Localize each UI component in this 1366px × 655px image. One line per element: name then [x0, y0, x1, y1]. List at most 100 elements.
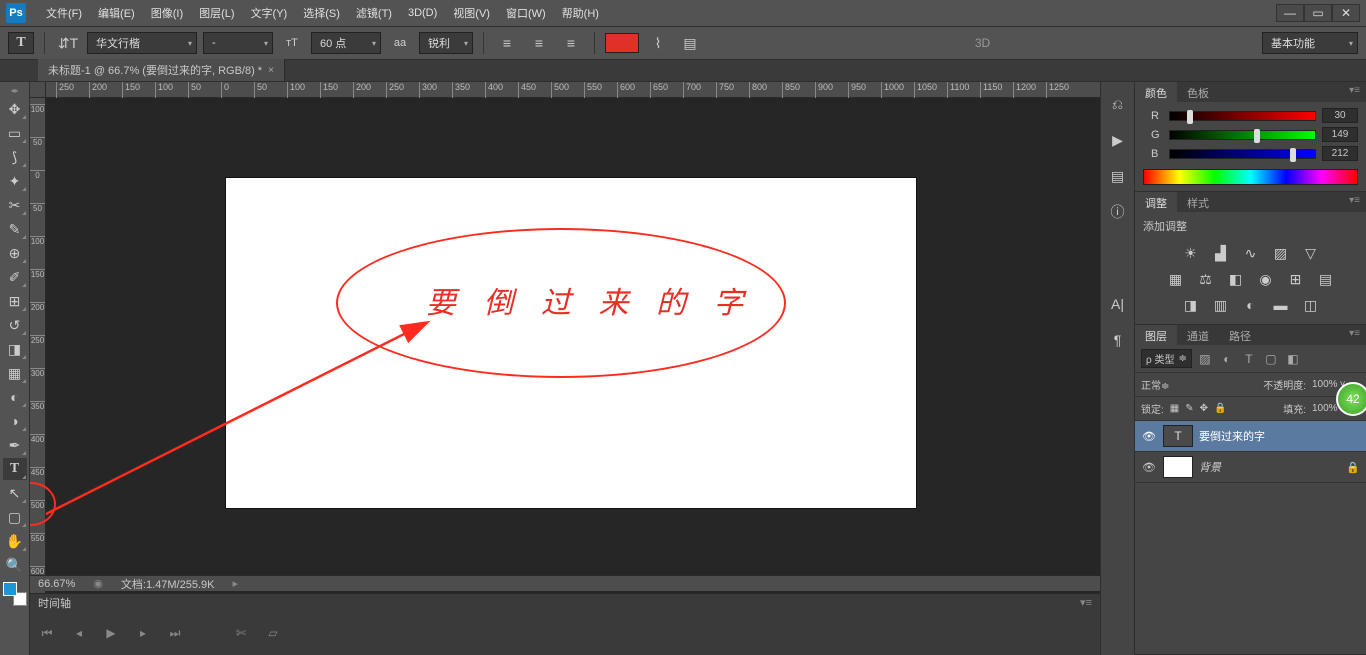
panel-menu-icon[interactable]: ▾≡ — [1080, 596, 1092, 609]
levels-icon[interactable]: ▟ — [1211, 244, 1231, 262]
foreground-color-swatch[interactable] — [3, 582, 17, 596]
brush-tool[interactable]: ✐ — [3, 266, 27, 288]
zoom-tool[interactable]: 🔍 — [3, 554, 27, 576]
blur-tool[interactable]: ◐ — [3, 386, 27, 408]
layer-name[interactable]: 要倒过来的字 — [1199, 428, 1265, 444]
layer-thumbnail[interactable]: T — [1163, 425, 1193, 447]
timeline-play-button[interactable]: ▶ — [102, 626, 120, 640]
panel-menu-icon[interactable]: ▾≡ — [1343, 192, 1366, 212]
panel-menu-icon[interactable]: ▾≡ — [1343, 325, 1366, 345]
selective-color-icon[interactable]: ◫ — [1301, 296, 1321, 314]
channel-mixer-icon[interactable]: ⊞ — [1286, 270, 1306, 288]
layer-filter-dropdown[interactable]: ρ 类型≑ — [1141, 349, 1192, 368]
menu-help[interactable]: 帮助(H) — [554, 1, 607, 25]
tab-paths[interactable]: 路径 — [1219, 325, 1261, 345]
spectrum-picker[interactable] — [1143, 169, 1358, 185]
vertical-ruler[interactable]: 1005005010015020025030035040045050055060… — [30, 98, 46, 655]
photo-filter-icon[interactable]: ◉ — [1256, 270, 1276, 288]
layer-name[interactable]: 背景 — [1199, 459, 1221, 475]
paragraph-panel-icon[interactable]: ¶ — [1107, 330, 1129, 350]
character-panel-icon[interactable]: A| — [1107, 294, 1129, 314]
menu-edit[interactable]: 编辑(E) — [90, 1, 143, 25]
healing-tool[interactable]: ⊕ — [3, 242, 27, 264]
move-tool[interactable]: ✥ — [3, 98, 27, 120]
layer-row-background[interactable]: 👁 背景 🔒 — [1135, 452, 1366, 483]
window-minimize-button[interactable]: — — [1276, 4, 1304, 22]
posterize-icon[interactable]: ▥ — [1211, 296, 1231, 314]
lock-all-icon[interactable]: 🔒 — [1214, 403, 1226, 414]
crop-tool[interactable]: ✂ — [3, 194, 27, 216]
bw-icon[interactable]: ◧ — [1226, 270, 1246, 288]
timeline-next-frame-button[interactable]: ▸ — [134, 626, 152, 640]
char-panel-button[interactable]: ▤ — [677, 32, 703, 54]
threshold-icon[interactable]: ◐ — [1241, 296, 1261, 314]
gradient-tool[interactable]: ▦ — [3, 362, 27, 384]
menu-layer[interactable]: 图层(L) — [191, 1, 242, 25]
brightness-contrast-icon[interactable]: ☀ — [1181, 244, 1201, 262]
filter-smart-icon[interactable]: ◧ — [1284, 352, 1302, 366]
layer-thumbnail[interactable] — [1163, 456, 1193, 478]
path-select-tool[interactable]: ↖ — [3, 482, 27, 504]
notification-badge[interactable]: 42 — [1336, 382, 1366, 416]
lasso-tool[interactable]: ⟆ — [3, 146, 27, 168]
menu-type[interactable]: 文字(Y) — [243, 1, 296, 25]
expand-tools-button[interactable]: ◂▸ — [0, 86, 29, 96]
window-close-button[interactable]: ✕ — [1332, 4, 1360, 22]
tab-adjustments[interactable]: 调整 — [1135, 192, 1177, 212]
status-icon[interactable]: ◉ — [93, 577, 103, 590]
menu-select[interactable]: 选择(S) — [295, 1, 348, 25]
curves-icon[interactable]: ∿ — [1241, 244, 1261, 262]
panel-menu-icon[interactable]: ▾≡ — [1343, 82, 1366, 102]
pen-tool[interactable]: ✒ — [3, 434, 27, 456]
tab-color[interactable]: 颜色 — [1135, 82, 1177, 102]
vibrance-icon[interactable]: ▽ — [1301, 244, 1321, 262]
document-tab[interactable]: 未标题-1 @ 66.7% (要倒过来的字, RGB/8) * × — [38, 59, 285, 81]
timeline-transition-button[interactable]: ▱ — [264, 626, 282, 640]
history-panel-icon[interactable]: ⎌ — [1107, 94, 1129, 114]
timeline-cut-button[interactable]: ✄ — [232, 626, 250, 640]
slider-b[interactable] — [1169, 149, 1316, 159]
hue-sat-icon[interactable]: ▦ — [1166, 270, 1186, 288]
eyedropper-tool[interactable]: ✎ — [3, 218, 27, 240]
slider-g[interactable] — [1169, 130, 1316, 140]
horizontal-ruler[interactable]: 2502001501005005010015020025030035040045… — [46, 82, 1100, 98]
tab-channels[interactable]: 通道 — [1177, 325, 1219, 345]
align-center-button[interactable]: ≡ — [526, 32, 552, 54]
color-lookup-icon[interactable]: ▤ — [1316, 270, 1336, 288]
window-maximize-button[interactable]: ▭ — [1304, 4, 1332, 22]
ruler-origin[interactable] — [30, 82, 46, 98]
blend-mode-dropdown[interactable]: 正常≑ — [1141, 377, 1257, 392]
gradient-map-icon[interactable]: ▬ — [1271, 296, 1291, 314]
zoom-level[interactable]: 66.67% — [38, 578, 75, 590]
filter-shape-icon[interactable]: ▢ — [1262, 352, 1280, 366]
history-brush-tool[interactable]: ↺ — [3, 314, 27, 336]
canvas[interactable]: 要 倒 过 来 的 字 — [226, 178, 916, 508]
color-picker[interactable] — [3, 582, 27, 606]
info-panel-icon[interactable]: ⓘ — [1107, 202, 1129, 222]
marquee-tool[interactable]: ▭ — [3, 122, 27, 144]
visibility-icon[interactable]: 👁 — [1141, 430, 1157, 443]
warp-text-button[interactable]: ⌇ — [645, 32, 671, 54]
visibility-icon[interactable]: 👁 — [1141, 461, 1157, 474]
filter-pixel-icon[interactable]: ▨ — [1196, 352, 1214, 366]
filter-adjustment-icon[interactable]: ◐ — [1218, 352, 1236, 366]
active-tool-icon[interactable]: T — [8, 32, 34, 54]
value-g[interactable]: 149 — [1322, 127, 1358, 142]
font-family-dropdown[interactable]: 华文行楷 ▾ — [87, 32, 197, 54]
eraser-tool[interactable]: ◨ — [3, 338, 27, 360]
text-orientation-button[interactable]: ⇵T — [55, 32, 81, 54]
menu-3d[interactable]: 3D(D) — [400, 3, 445, 23]
exposure-icon[interactable]: ▨ — [1271, 244, 1291, 262]
value-r[interactable]: 30 — [1322, 108, 1358, 123]
brush-panel-icon[interactable]: ▤ — [1107, 166, 1129, 186]
tab-styles[interactable]: 样式 — [1177, 192, 1219, 212]
hand-tool[interactable]: ✋ — [3, 530, 27, 552]
workspace-dropdown[interactable]: 基本功能 ▾ — [1262, 32, 1358, 54]
timeline-last-frame-button[interactable]: ⏭ — [166, 626, 184, 641]
dodge-tool[interactable]: ◑ — [3, 410, 27, 432]
timeline-prev-frame-button[interactable]: ◂ — [70, 626, 88, 640]
menu-window[interactable]: 窗口(W) — [498, 1, 554, 25]
canvas-text-layer[interactable]: 要 倒 过 来 的 字 — [426, 278, 754, 322]
lock-transparency-icon[interactable]: ▦ — [1170, 403, 1179, 414]
antialias-dropdown[interactable]: 锐利 ▾ — [419, 32, 473, 54]
